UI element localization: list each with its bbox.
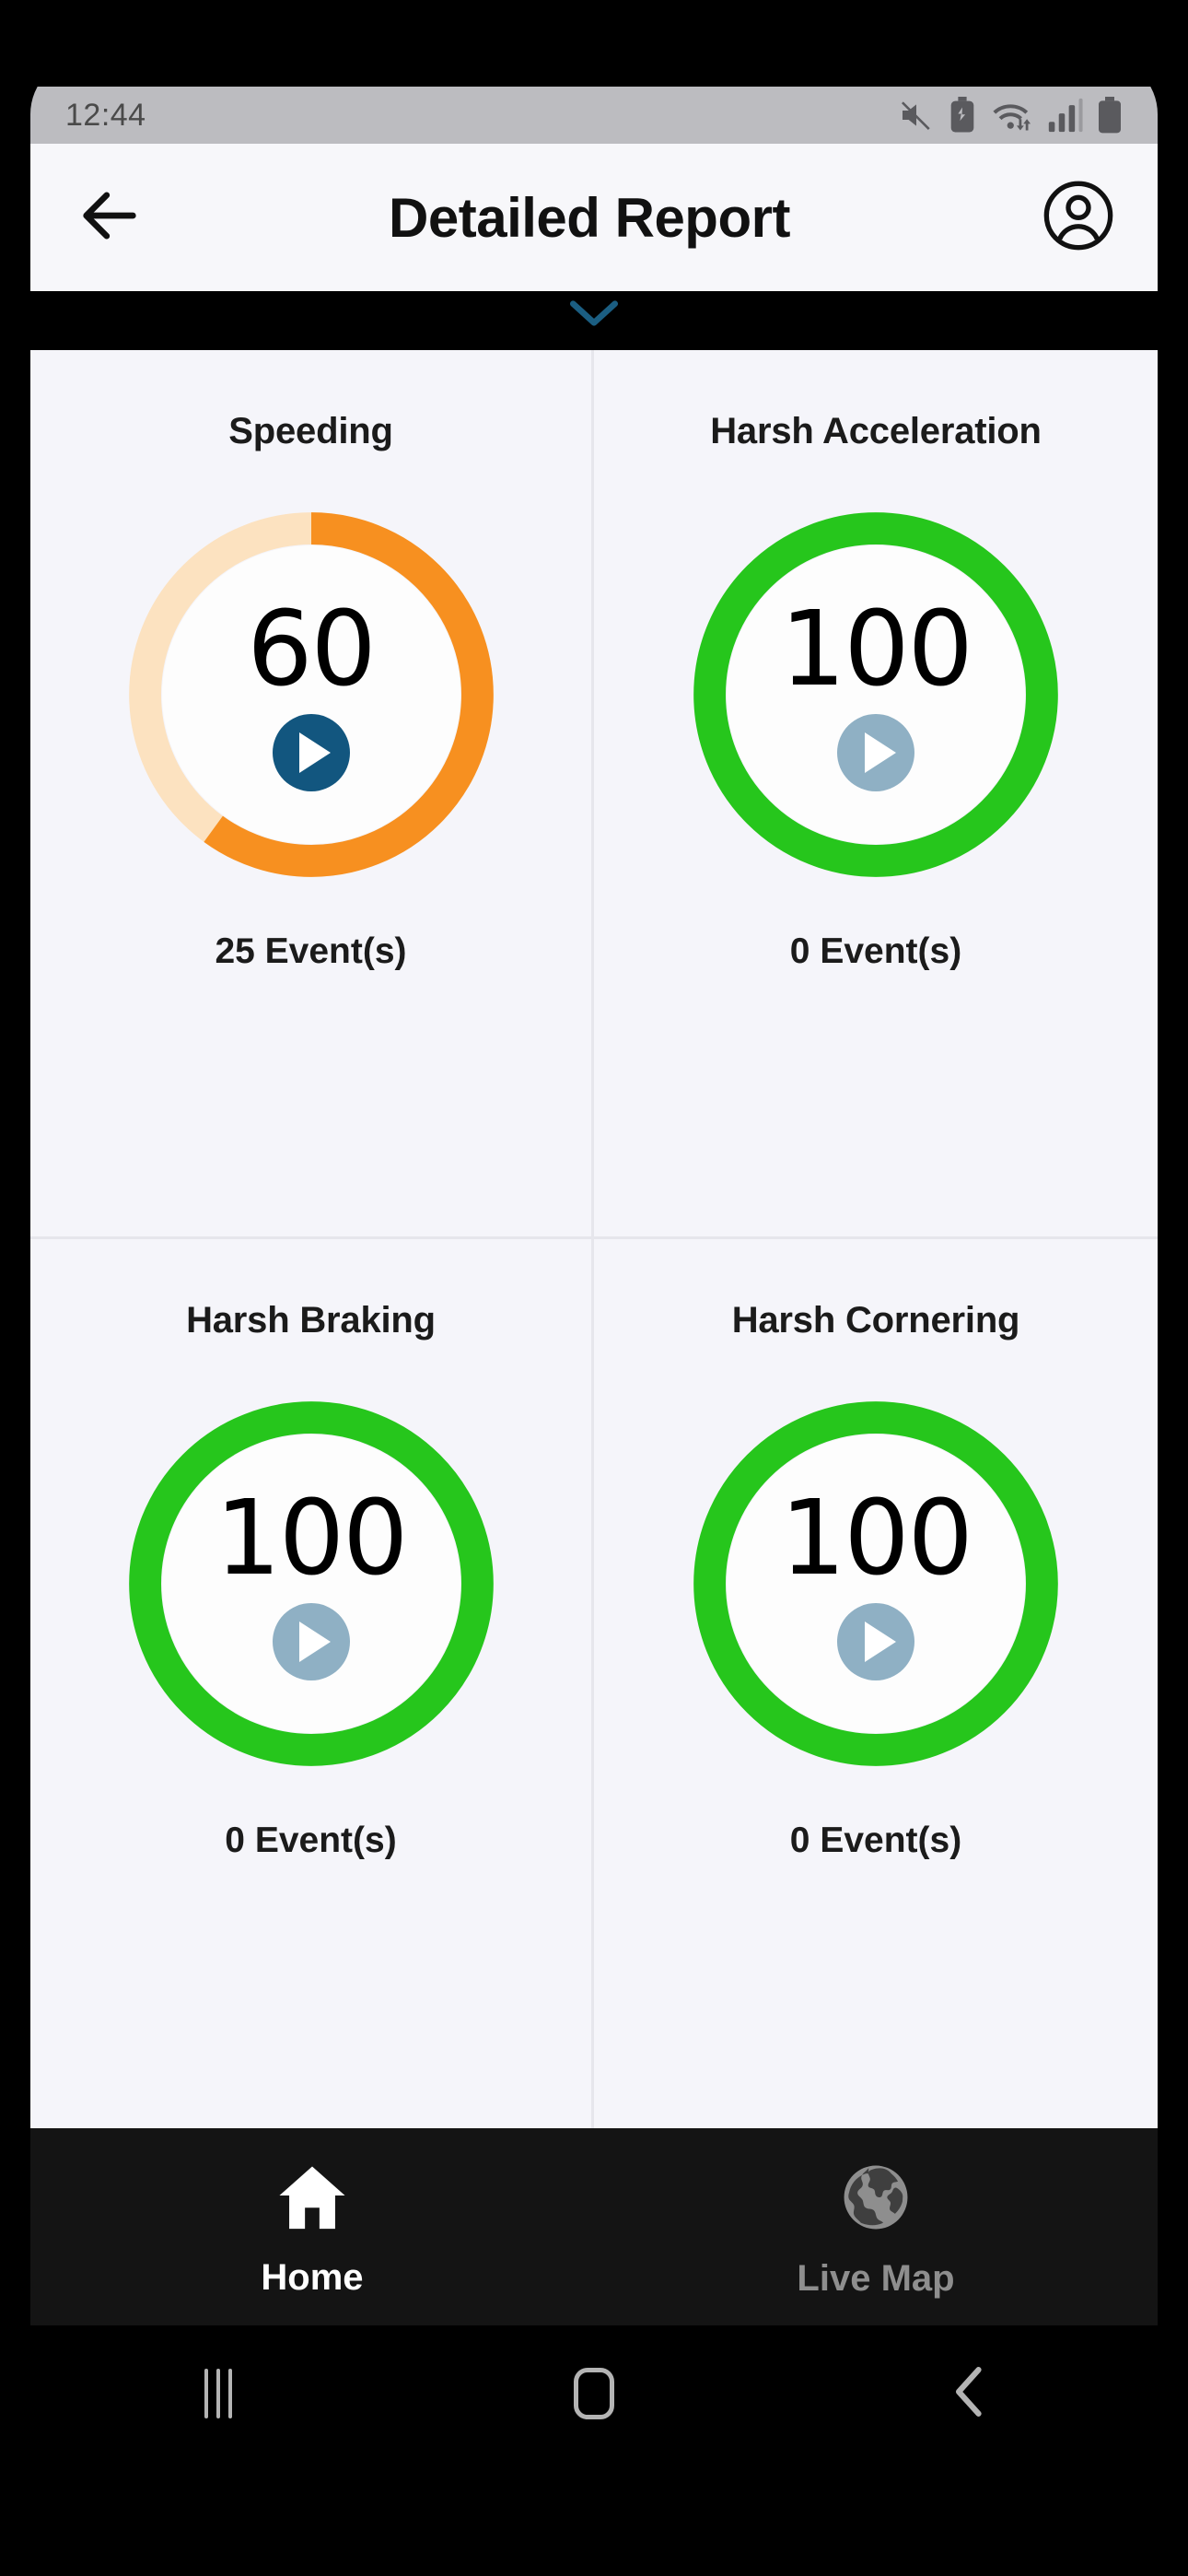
metric-events: 25 Event(s) bbox=[215, 931, 407, 971]
metric-events: 0 Event(s) bbox=[789, 931, 962, 971]
system-navigation-bar bbox=[30, 2325, 1158, 2462]
gauge-center: 100 bbox=[687, 506, 1065, 884]
expand-report-button[interactable] bbox=[30, 295, 1158, 336]
cellular-signal-icon bbox=[1047, 97, 1084, 134]
chevron-down-icon bbox=[565, 295, 623, 336]
play-icon bbox=[299, 732, 331, 773]
status-bar-clock: 12:44 bbox=[65, 97, 146, 133]
app-header: Detailed Report bbox=[30, 144, 1158, 291]
metric-title: Harsh Braking bbox=[186, 1300, 436, 1341]
metric-score: 100 bbox=[780, 590, 973, 709]
nav-item-home[interactable]: Home bbox=[30, 2128, 594, 2325]
metric-title: Harsh Acceleration bbox=[710, 411, 1042, 451]
gauge-center: 100 bbox=[122, 1395, 500, 1773]
status-bar-icons bbox=[898, 97, 1123, 134]
gauge-center: 100 bbox=[687, 1395, 1065, 1773]
play-icon bbox=[864, 1622, 896, 1662]
metric-events: 0 Event(s) bbox=[789, 1821, 962, 1860]
play-button[interactable] bbox=[272, 1603, 350, 1680]
home-button[interactable] bbox=[406, 2368, 782, 2419]
home-icon bbox=[274, 2162, 350, 2237]
account-button[interactable] bbox=[1036, 175, 1121, 260]
mute-icon bbox=[898, 97, 935, 134]
nav-label: Live Map bbox=[797, 2258, 955, 2299]
metric-title: Harsh Cornering bbox=[731, 1300, 1020, 1341]
recents-button[interactable] bbox=[30, 2369, 406, 2418]
account-circle-icon bbox=[1042, 179, 1115, 257]
page-title: Detailed Report bbox=[389, 186, 790, 249]
back-button[interactable] bbox=[67, 175, 152, 260]
metric-score: 60 bbox=[247, 590, 377, 709]
metric-score: 100 bbox=[215, 1479, 409, 1598]
play-button[interactable] bbox=[837, 714, 914, 791]
phone-frame: 12:44 Detailed Report Speeding 60 25 Eve… bbox=[0, 0, 1188, 2576]
home-square-icon bbox=[574, 2368, 614, 2419]
metric-card-harsh-acceleration[interactable]: Harsh Acceleration 100 0 Event(s) bbox=[594, 350, 1158, 1239]
chevron-left-icon bbox=[949, 2363, 990, 2425]
metric-card-speeding[interactable]: Speeding 60 25 Event(s) bbox=[30, 350, 594, 1239]
nav-item-live-map[interactable]: Live Map bbox=[594, 2128, 1158, 2325]
metric-card-harsh-cornering[interactable]: Harsh Cornering 100 0 Event(s) bbox=[594, 1239, 1158, 2128]
play-icon bbox=[299, 1622, 331, 1662]
gauge-center: 60 bbox=[122, 506, 500, 884]
recents-icon bbox=[204, 2369, 232, 2418]
status-bar: 12:44 bbox=[30, 87, 1158, 144]
play-button[interactable] bbox=[272, 714, 350, 791]
gauge-ring-harsh-cornering: 100 bbox=[687, 1395, 1065, 1773]
bottom-navigation: Home Live Map bbox=[30, 2128, 1158, 2325]
wifi-icon bbox=[990, 97, 1034, 134]
gauge-ring-harsh-braking: 100 bbox=[122, 1395, 500, 1773]
nav-label: Home bbox=[261, 2257, 364, 2298]
gauge-ring-speeding: 60 bbox=[122, 506, 500, 884]
metric-score: 100 bbox=[780, 1479, 973, 1598]
metric-card-harsh-braking[interactable]: Harsh Braking 100 0 Event(s) bbox=[30, 1239, 594, 2128]
globe-icon bbox=[840, 2161, 912, 2238]
arrow-left-icon bbox=[75, 181, 145, 255]
battery-saver-icon bbox=[948, 97, 977, 134]
device-screen: 12:44 Detailed Report Speeding 60 25 Eve… bbox=[30, 57, 1158, 2519]
gauge-ring-harsh-acceleration: 100 bbox=[687, 506, 1065, 884]
play-icon bbox=[864, 732, 896, 773]
battery-icon bbox=[1097, 97, 1123, 134]
metric-events: 0 Event(s) bbox=[225, 1821, 397, 1860]
back-button-system[interactable] bbox=[782, 2363, 1158, 2425]
play-button[interactable] bbox=[837, 1603, 914, 1680]
metric-title: Speeding bbox=[228, 411, 393, 451]
metrics-grid: Speeding 60 25 Event(s) Harsh Accelerati… bbox=[30, 350, 1158, 2128]
